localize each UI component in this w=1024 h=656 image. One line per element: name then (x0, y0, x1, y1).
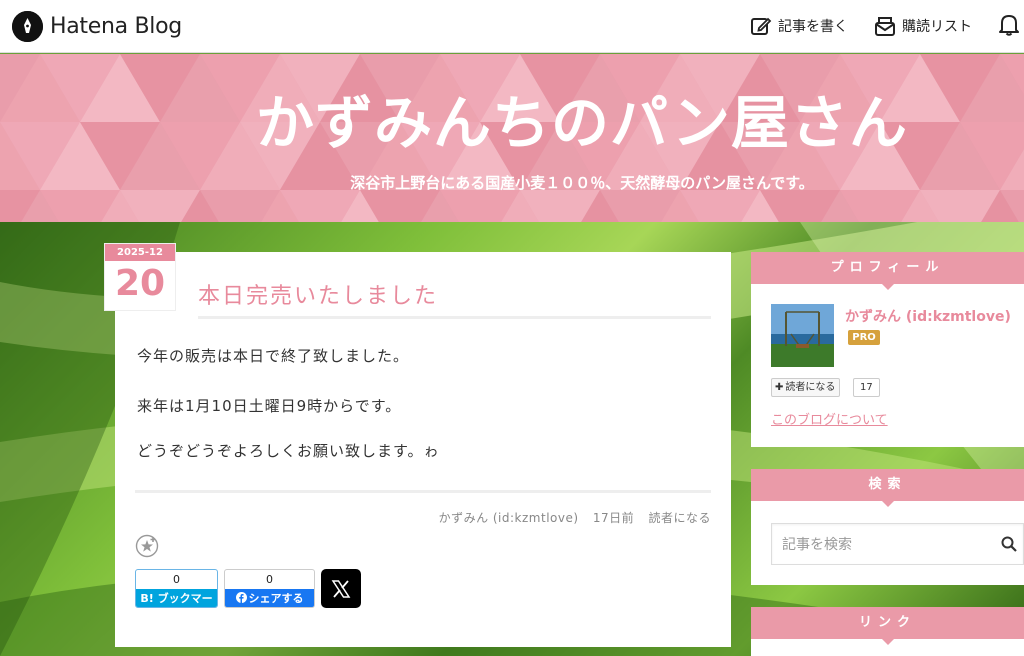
hatena-pen-icon (12, 10, 43, 42)
links-heading: リンク (751, 607, 1024, 645)
blog-description: 深谷市上野台にある国産小麦１００％、天然酵母のパン屋さんです。 (350, 174, 814, 192)
facebook-icon (235, 592, 247, 603)
date-year-month: 2025-12 (105, 244, 175, 261)
logo-text: Hatena Blog (50, 13, 182, 39)
plus-icon: ✚ (775, 382, 784, 393)
facebook-share-button[interactable]: 0 シェアする (224, 569, 315, 608)
reader-count: 17 (853, 378, 880, 397)
search-icon[interactable] (1001, 536, 1017, 552)
x-logo-icon (331, 579, 351, 598)
notifications-button[interactable] (998, 12, 1020, 40)
reading-list-icon (875, 17, 895, 36)
star-add-icon (135, 534, 159, 558)
pro-badge: PRO (848, 330, 880, 345)
facebook-share-count: 0 (266, 573, 273, 586)
top-navbar: Hatena Blog 記事を書く 購読リスト (0, 0, 1024, 53)
reading-list-label: 購読リスト (902, 19, 972, 35)
profile-heading: プロフィール (751, 252, 1024, 290)
entry-footer: かずみん (id:kzmtlove) 17日前 読者になる (429, 509, 711, 526)
hatena-bookmark-count: 0 (173, 573, 180, 586)
entry-paragraph-1: 今年の販売は本日で終了致しました。 (137, 347, 410, 365)
search-heading: 検索 (751, 469, 1024, 507)
x-share-button[interactable] (321, 569, 361, 608)
profile-module: プロフィール かずみん (id:kzmtlove) PRO ✚ 読者になる 17 … (751, 252, 1024, 447)
subscribe-button-label: 読者になる (785, 382, 836, 393)
subscribe-button[interactable]: ✚ 読者になる (771, 378, 841, 397)
search-module: 検索 (751, 469, 1024, 585)
time-ago-link[interactable]: 17日前 (593, 511, 634, 525)
facebook-share-label: シェアする (225, 589, 314, 607)
body-divider (135, 490, 711, 493)
title-divider (198, 316, 711, 319)
author-link[interactable]: かずみん (id:kzmtlove) (439, 511, 579, 525)
search-input[interactable] (782, 534, 982, 556)
hatena-blog-logo[interactable]: Hatena Blog (12, 10, 182, 42)
blog-title[interactable]: かずみんちのパン屋さん (0, 76, 1024, 160)
hatena-bookmark-label: B! ブックマーク (136, 589, 217, 607)
write-article-link[interactable]: 記事を書く (750, 15, 848, 37)
avatar[interactable] (771, 304, 834, 367)
date-badge[interactable]: 2025-12 20 (105, 244, 175, 310)
about-blog-link[interactable]: このブログについて (771, 409, 888, 428)
entry-title[interactable]: 本日完売いたしました (198, 278, 438, 310)
entry-paragraph-3: どうぞどうぞよろしくお願い致します。ゎ (137, 442, 440, 460)
subscribe-link[interactable]: 読者になる (648, 511, 711, 525)
facebook-share-text: シェアする (248, 592, 304, 605)
date-day: 20 (114, 263, 166, 304)
bell-icon (999, 15, 1019, 36)
links-module: リンク (751, 607, 1024, 656)
search-box (771, 523, 1024, 565)
write-article-label: 記事を書く (778, 19, 848, 35)
blog-header: かずみんちのパン屋さん 深谷市上野台にある国産小麦１００％、天然酵母のパン屋さん… (0, 54, 1024, 222)
entry-paragraph-2: 来年は1月10日土曜日9時からです。 (137, 397, 402, 415)
add-star-button[interactable] (135, 534, 159, 562)
hatena-bookmark-button[interactable]: 0 B! ブックマーク (135, 569, 218, 608)
edit-icon (751, 17, 772, 35)
reading-list-link[interactable]: 購読リスト (874, 15, 972, 37)
profile-name[interactable]: かずみん (id:kzmtlove) (845, 306, 1011, 326)
